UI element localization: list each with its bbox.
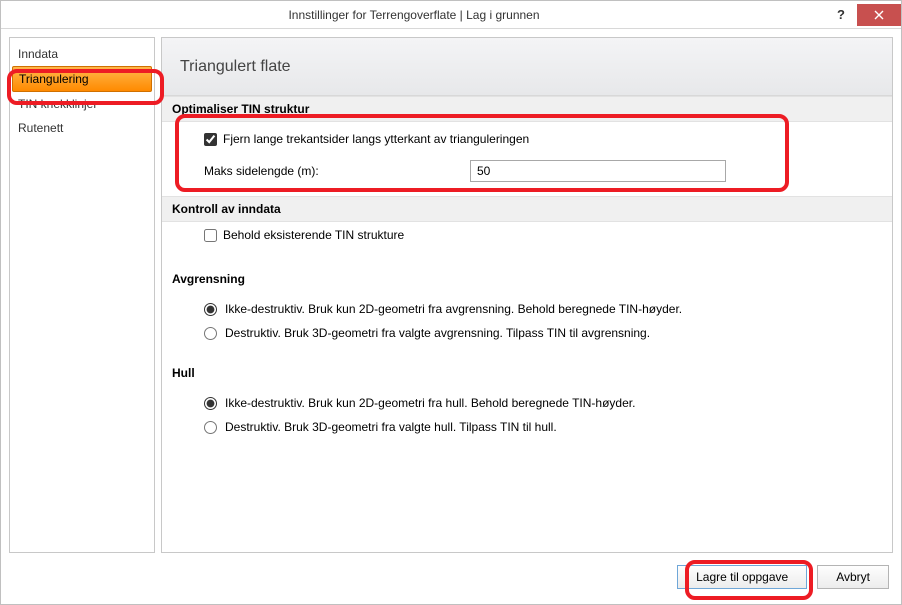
sidebar-item-tin-knekklinjer[interactable]: TIN knekklinjer — [12, 92, 152, 116]
control-section-title: Kontroll av inndata — [162, 196, 892, 222]
avgrensning-option-1-label: Destruktiv. Bruk 3D-geometri fra valgte … — [225, 326, 650, 340]
avgrensning-option-1[interactable] — [204, 327, 217, 340]
cancel-button[interactable]: Avbryt — [817, 565, 889, 589]
close-icon — [874, 10, 884, 20]
save-button[interactable]: Lagre til oppgave — [677, 565, 807, 589]
avgrensning-option-0[interactable] — [204, 303, 217, 316]
keep-existing-checkbox[interactable] — [204, 229, 217, 242]
window-title: Innstillinger for Terrengoverflate | Lag… — [1, 8, 827, 22]
remove-long-sides-checkbox[interactable] — [204, 133, 217, 146]
close-button[interactable] — [857, 4, 901, 26]
sidebar-item-triangulering[interactable]: Triangulering — [12, 66, 152, 92]
keep-existing-label: Behold eksisterende TIN strukture — [223, 228, 404, 242]
help-button[interactable]: ? — [827, 4, 855, 26]
optimize-section-title: Optimaliser TIN struktur — [162, 96, 892, 122]
hull-option-0[interactable] — [204, 397, 217, 410]
sidebar-item-inndata[interactable]: Inndata — [12, 42, 152, 66]
sidebar-item-rutenett[interactable]: Rutenett — [12, 116, 152, 140]
hull-option-1-label: Destruktiv. Bruk 3D-geometri fra valgte … — [225, 420, 557, 434]
hull-title: Hull — [162, 360, 892, 386]
hull-option-0-label: Ikke-destruktiv. Bruk kun 2D-geometri fr… — [225, 396, 635, 410]
avgrensning-option-0-label: Ikke-destruktiv. Bruk kun 2D-geometri fr… — [225, 302, 682, 316]
hull-option-1[interactable] — [204, 421, 217, 434]
avgrensning-title: Avgrensning — [162, 266, 892, 292]
sidebar: Inndata Triangulering TIN knekklinjer Ru… — [9, 37, 155, 553]
max-side-length-label: Maks sidelengde (m): — [204, 164, 460, 178]
main-panel: Triangulert flate Optimaliser TIN strukt… — [161, 37, 893, 553]
footer: Lagre til oppgave Avbryt — [1, 561, 901, 596]
max-side-length-input[interactable] — [470, 160, 726, 182]
titlebar: Innstillinger for Terrengoverflate | Lag… — [1, 1, 901, 29]
remove-long-sides-label: Fjern lange trekantsider langs ytterkant… — [223, 132, 529, 146]
page-heading: Triangulert flate — [162, 38, 892, 96]
